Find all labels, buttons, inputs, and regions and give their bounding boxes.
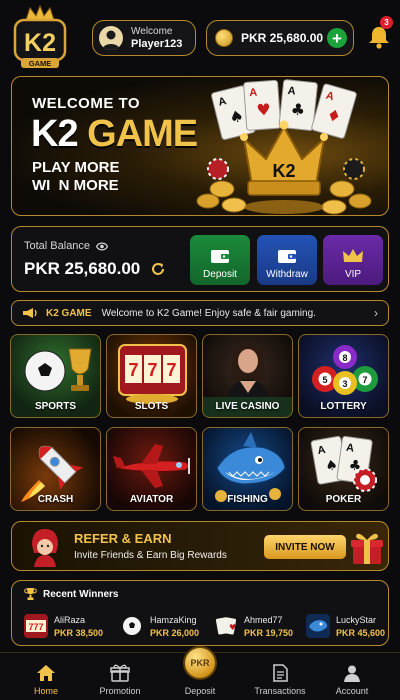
welcome-banner[interactable]: A ♠ A ♥ A ♣ A ♦ K2 WELCOME TO K2 GAME PL… bbox=[11, 76, 389, 216]
document-icon bbox=[273, 664, 288, 682]
refer-subtitle: Invite Friends & Earn Big Rewards bbox=[74, 550, 227, 561]
game-tile-aviator[interactable]: AVIATOR bbox=[106, 427, 197, 511]
ticker-title: K2 GAME bbox=[46, 307, 92, 319]
game-label: POKER bbox=[325, 494, 362, 505]
game-label: FISHING bbox=[227, 494, 268, 505]
game-label: AVIATOR bbox=[129, 494, 174, 505]
crown-cards-illustration: A ♠ A ♥ A ♣ A ♦ K2 bbox=[196, 79, 372, 215]
svg-text:A: A bbox=[287, 85, 296, 98]
game-label: LIVE CASINO bbox=[215, 401, 280, 412]
svg-text:777: 777 bbox=[28, 622, 43, 632]
game-tile-poker[interactable]: A ♠ A ♣ POKER bbox=[298, 427, 389, 511]
game-label: SPORTS bbox=[34, 401, 77, 412]
winner-amount: PKR 26,000 bbox=[150, 628, 200, 638]
gift-icon bbox=[110, 664, 130, 682]
user-icon bbox=[344, 665, 360, 682]
nav-home[interactable]: Home bbox=[6, 653, 86, 700]
add-funds-button[interactable]: + bbox=[327, 28, 347, 48]
announcement-ticker[interactable]: K2 GAME Welcome to K2 Game! Enjoy safe &… bbox=[11, 300, 389, 326]
game-label: LOTTERY bbox=[320, 401, 367, 412]
ticker-message: Welcome to K2 Game! Enjoy safe & fair ga… bbox=[101, 307, 316, 319]
wallet-icon bbox=[278, 250, 296, 263]
vip-button[interactable]: VIP bbox=[323, 235, 383, 285]
winner-name: HamzaKing bbox=[150, 615, 197, 625]
svg-text:♥: ♥ bbox=[229, 623, 236, 632]
winner-item[interactable]: LuckyStar PKR 45,600 bbox=[306, 614, 398, 640]
svg-text:♣: ♣ bbox=[290, 99, 306, 119]
gift-box-icon bbox=[351, 533, 383, 564]
header: K2 GAME Welcome Player123 PKR 25,680.00 … bbox=[0, 0, 400, 72]
game-tile-fishing[interactable]: FISHING bbox=[202, 427, 293, 511]
winner-item[interactable]: HamzaKing PKR 26,000 bbox=[120, 614, 212, 640]
home-icon bbox=[37, 665, 55, 681]
crown-icon bbox=[343, 249, 363, 262]
soccer-thumb-icon bbox=[120, 614, 144, 638]
winner-amount: PKR 19,750 bbox=[244, 628, 294, 638]
eye-icon[interactable] bbox=[96, 242, 109, 251]
trophy-icon bbox=[24, 588, 37, 600]
game-label: SLOTS bbox=[134, 401, 169, 412]
notification-badge: 3 bbox=[380, 16, 393, 29]
svg-text:A: A bbox=[249, 87, 258, 100]
svg-text:7: 7 bbox=[166, 360, 176, 380]
winner-name: Ahmed77 bbox=[244, 615, 283, 625]
nav-promotion[interactable]: Promotion bbox=[80, 653, 160, 700]
svg-text:5: 5 bbox=[322, 375, 327, 385]
username: Player123 bbox=[131, 38, 183, 50]
svg-text:8: 8 bbox=[342, 353, 347, 363]
game-tile-crash[interactable]: CRASH bbox=[10, 427, 101, 511]
total-balance-label: Total Balance bbox=[24, 240, 109, 252]
winner-name: AliRaza bbox=[54, 615, 86, 625]
chevron-right-icon[interactable]: › bbox=[374, 306, 378, 320]
user-pill[interactable]: Welcome Player123 bbox=[92, 20, 196, 56]
avatar bbox=[99, 26, 123, 50]
game-tile-slots[interactable]: 7 7 7 SLOTS bbox=[106, 334, 197, 418]
logo-sub: GAME bbox=[29, 59, 52, 68]
invite-now-button[interactable]: INVITE NOW bbox=[264, 535, 346, 559]
crown-text: K2 bbox=[272, 161, 295, 181]
logo-text: K2 bbox=[24, 29, 56, 57]
refer-earn-card[interactable]: REFER & EARN Invite Friends & Earn Big R… bbox=[11, 521, 389, 571]
refresh-icon[interactable] bbox=[150, 261, 166, 277]
slots-thumb-icon: 777 bbox=[24, 614, 48, 638]
k2-logo[interactable]: K2 GAME bbox=[12, 4, 68, 70]
header-balance: PKR 25,680.00 bbox=[241, 31, 324, 45]
welcome-label: Welcome bbox=[131, 26, 173, 37]
fishing-thumb-icon bbox=[306, 614, 330, 638]
game-tile-sports[interactable]: SPORTS bbox=[10, 334, 101, 418]
svg-text:7: 7 bbox=[147, 360, 157, 380]
winner-amount: PKR 45,600 bbox=[336, 628, 386, 638]
recent-winners-header: Recent Winners bbox=[24, 588, 118, 600]
game-tile-live-casino[interactable]: LIVE CASINO bbox=[202, 334, 293, 418]
banner-welcome-to: WELCOME TO bbox=[32, 95, 141, 112]
banner-title: K2 GAME bbox=[31, 113, 198, 155]
svg-text:7: 7 bbox=[128, 360, 138, 380]
winner-amount: PKR 38,500 bbox=[54, 628, 104, 638]
winner-name: LuckyStar bbox=[336, 615, 377, 625]
recent-winners-card: Recent Winners 777 AliRaza PKR 38,500 Ha… bbox=[11, 580, 389, 646]
winner-item[interactable]: 777 AliRaza PKR 38,500 bbox=[24, 614, 116, 640]
coin-icon bbox=[215, 29, 233, 47]
refer-title: REFER & EARN bbox=[74, 531, 172, 546]
cards-thumb-icon: ♥ bbox=[214, 614, 238, 638]
svg-text:3: 3 bbox=[342, 379, 347, 389]
megaphone-icon bbox=[23, 308, 37, 318]
total-balance-value: PKR 25,680.00 bbox=[24, 259, 166, 279]
referral-mascot-icon bbox=[32, 529, 58, 567]
deposit-fab-button[interactable]: PKR bbox=[183, 646, 217, 680]
user-icon bbox=[102, 30, 120, 50]
balance-pill[interactable]: PKR 25,680.00 + bbox=[206, 20, 354, 56]
withdraw-button[interactable]: Withdraw bbox=[257, 235, 317, 285]
winner-item[interactable]: ♥ Ahmed77 PKR 19,750 bbox=[214, 614, 306, 640]
wallet-icon bbox=[211, 250, 229, 263]
svg-text:♥: ♥ bbox=[256, 100, 272, 120]
balance-card: Total Balance PKR 25,680.00 Deposit With… bbox=[11, 226, 389, 292]
banner-tagline: PLAY MORE WI N MORE bbox=[32, 159, 120, 194]
nav-transactions[interactable]: Transactions bbox=[240, 653, 320, 700]
svg-text:7: 7 bbox=[362, 375, 367, 385]
deposit-button[interactable]: Deposit bbox=[190, 235, 250, 285]
nav-account[interactable]: Account bbox=[312, 653, 392, 700]
game-tile-lottery[interactable]: 8 5 7 3 LOTTERY bbox=[298, 334, 389, 418]
game-label: CRASH bbox=[37, 494, 74, 505]
